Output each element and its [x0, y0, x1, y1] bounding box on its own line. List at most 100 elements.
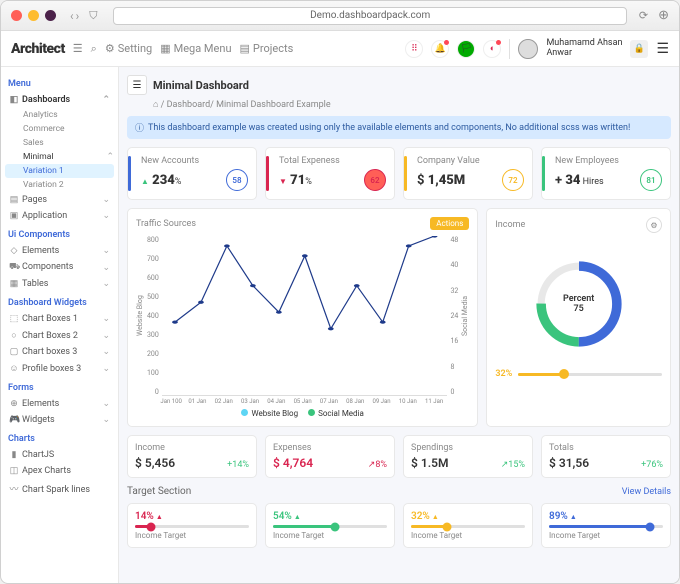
maximize-window-icon[interactable] — [45, 10, 56, 21]
right-menu-icon[interactable]: ☰ — [656, 41, 669, 57]
metric-label: New Employees — [550, 156, 662, 166]
income-panel: Income ⚙ Percent75 — [486, 208, 671, 427]
sidebar-item-tables[interactable]: ▦Tables⌄ — [5, 276, 114, 292]
chevron-down-icon: ⌄ — [102, 195, 110, 205]
target-percent: 32% ▲ — [411, 511, 525, 522]
chevron-down-icon: ⌄ — [102, 331, 110, 341]
gear-icon[interactable]: ⚙ — [646, 217, 662, 233]
flag-icon[interactable]: 🏳 — [457, 40, 475, 58]
browser-titlebar: ‹ › ⛉ Demo.dashboardpack.com ⟳ ⊕ — [1, 1, 679, 31]
new-tab-icon[interactable]: ⊕ — [658, 8, 669, 23]
lock-icon[interactable]: 🔒 — [630, 40, 648, 58]
actions-button[interactable]: Actions — [430, 217, 469, 230]
sidebar-sub-minimal[interactable]: Minimal ⌃ — [5, 150, 114, 164]
setting-link[interactable]: ⚙ Setting — [105, 42, 152, 55]
pages-icon: ▤ — [9, 195, 19, 205]
metric-badge: 72 — [502, 169, 524, 191]
chart-legend: Website Blog Social Media — [136, 409, 469, 418]
shield-icon[interactable]: ⛉ — [89, 9, 97, 23]
target-percent: 89% ▲ — [549, 511, 663, 522]
sidebar-item-application[interactable]: ▣Application⌄ — [5, 208, 114, 224]
sidebar-item-chartboxes2[interactable]: ○Chart Boxes 2⌄ — [5, 327, 114, 344]
sidebar-sub-analytics[interactable]: Analytics — [5, 108, 114, 122]
user-name: Muhamamd Ahsan Anwar — [546, 39, 622, 59]
bar-icon: ▮ — [9, 450, 19, 460]
sidebar-sub-variation2[interactable]: Variation 2 — [5, 178, 114, 192]
income-slider[interactable]: 32% — [495, 369, 662, 379]
panel-title: Traffic Sources — [136, 219, 196, 229]
chevron-up-icon: ⌃ — [106, 152, 114, 162]
sidebar-item-chartboxes3[interactable]: ▢Chart boxes 3⌄ — [5, 344, 114, 360]
chevron-down-icon: ⌄ — [102, 263, 110, 273]
target-card: 14% ▲ Income Target — [127, 503, 257, 548]
sidebar-sub-variation1[interactable]: Variation 1 — [5, 164, 114, 178]
spark-icon: 〰 — [9, 482, 19, 495]
target-slider[interactable] — [135, 525, 249, 528]
view-details-link[interactable]: View Details — [622, 487, 671, 497]
metric-label: Company Value — [412, 156, 524, 166]
sidebar-cat-menu: Menu — [8, 79, 114, 89]
chevron-down-icon: ⌄ — [102, 211, 110, 221]
metric-card: New Employees + 34 Hires 81 — [541, 147, 671, 200]
stat-value: $ 31,56 — [549, 456, 589, 470]
close-window-icon[interactable] — [11, 10, 22, 21]
panel-title: Income — [495, 220, 525, 230]
chevron-down-icon: ⌄ — [102, 399, 110, 409]
traffic-sources-panel: Traffic Sources Actions Website Blog 800… — [127, 208, 478, 427]
target-slider[interactable] — [411, 525, 525, 528]
sidebar-item-pages[interactable]: ▤Pages⌄ — [5, 192, 114, 208]
metric-value: ▲ 234% — [141, 173, 181, 188]
sidebar-item-form-widgets[interactable]: 🎮Widgets⌄ — [5, 412, 114, 428]
sidebar-sub-commerce[interactable]: Commerce — [5, 122, 114, 136]
forward-icon[interactable]: › — [76, 9, 80, 23]
metric-badge: 62 — [364, 169, 386, 191]
sidebar-cat-ui: Ui Components — [8, 230, 114, 240]
minimize-window-icon[interactable] — [28, 10, 39, 21]
metric-badge: 81 — [640, 169, 662, 191]
stat-value: $ 5,456 — [135, 456, 175, 470]
sidebar-item-components[interactable]: ⛟Components⌄ — [5, 259, 114, 276]
chart-icon: ◫ — [9, 466, 19, 476]
sidebar-item-chartboxes1[interactable]: ⬚Chart Boxes 1⌄ — [5, 311, 114, 327]
sidebar-item-form-elements[interactable]: ⊕Elements⌄ — [5, 396, 114, 412]
activity-icon[interactable]: ◐ — [483, 40, 501, 58]
avatar[interactable] — [518, 39, 538, 59]
refresh-icon[interactable]: ⟳ — [639, 9, 648, 22]
target-slider[interactable] — [549, 525, 663, 528]
target-slider[interactable] — [273, 525, 387, 528]
menu-toggle-icon[interactable]: ☰ — [73, 42, 83, 55]
stat-value: $ 1.5M — [411, 456, 448, 470]
page-icon: ☰ — [127, 75, 147, 95]
sidebar-item-elements[interactable]: ◇Elements⌄ — [5, 243, 114, 259]
stat-card: Expenses $ 4,764 ↗8% — [265, 435, 395, 478]
mega-menu-link[interactable]: ▦ Mega Menu — [160, 42, 231, 55]
sidebar-item-spark[interactable]: 〰Chart Spark lines — [5, 479, 114, 498]
breadcrumb[interactable]: ⌂ / Dashboard/ Minimal Dashboard Example — [153, 99, 671, 110]
projects-link[interactable]: ▤ Projects — [240, 42, 294, 55]
target-percent: 14% ▲ — [135, 511, 249, 522]
car-icon: ⛟ — [9, 262, 19, 273]
sidebar-item-chartjs[interactable]: ▮ChartJS — [5, 447, 114, 463]
target-label: Income Target — [549, 531, 663, 540]
box-icon: ⬚ — [9, 314, 19, 324]
diamond-icon: ◇ — [9, 246, 19, 256]
stat-label: Income — [135, 443, 249, 453]
dashboard-icon: ◧ — [9, 95, 19, 105]
stat-card: Income $ 5,456 +14% — [127, 435, 257, 478]
sidebar-item-profileboxes[interactable]: ☺Profile boxes 3⌄ — [5, 360, 114, 377]
target-card: 32% ▲ Income Target — [403, 503, 533, 548]
notification-icon[interactable]: 🔔 — [431, 40, 449, 58]
stat-change: +14% — [227, 460, 249, 470]
target-card: 89% ▲ Income Target — [541, 503, 671, 548]
sidebar-sub-sales[interactable]: Sales — [5, 136, 114, 150]
brand-logo[interactable]: Architect — [11, 41, 65, 57]
search-icon[interactable]: ⌕ — [91, 42, 97, 56]
circle-icon: ○ — [9, 330, 19, 341]
grid-icon[interactable]: ⠿ — [405, 40, 423, 58]
sidebar-item-dashboards[interactable]: ◧Dashboards⌃ — [5, 92, 114, 108]
traffic-chart: Website Blog 8007006005004003002001000 4… — [136, 236, 469, 396]
home-icon[interactable]: ⌂ — [153, 100, 158, 110]
sidebar-item-apex[interactable]: ◫Apex Charts — [5, 463, 114, 479]
back-icon[interactable]: ‹ — [70, 9, 74, 23]
url-bar[interactable]: Demo.dashboardpack.com — [113, 7, 626, 25]
